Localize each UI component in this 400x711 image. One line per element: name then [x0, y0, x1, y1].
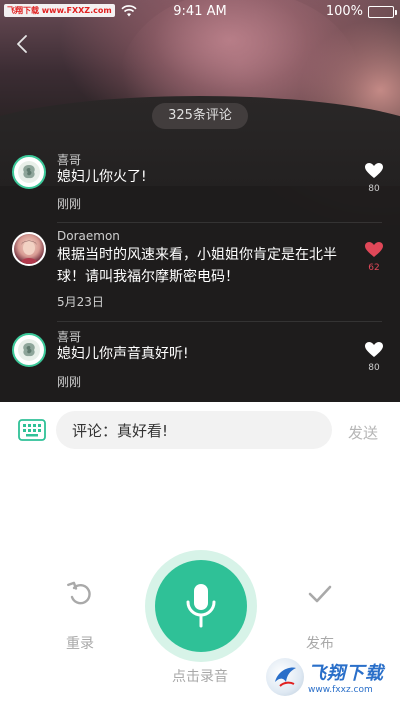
comment-divider: [57, 222, 382, 223]
comment-time: 刚刚: [57, 197, 82, 211]
comment-input-bar: 发送: [0, 402, 400, 458]
record-label: 点击录音: [172, 669, 228, 685]
site-watermark: 飞翔下载 www.fxxz.com: [266, 658, 384, 696]
like-count: 62: [368, 263, 380, 273]
like-button[interactable]: 80: [362, 162, 386, 194]
comment-text: 媳妇儿你火了!: [57, 169, 147, 185]
comment-count-badge: 325条评论: [152, 103, 248, 129]
girl-avatar[interactable]: [12, 232, 46, 266]
comment-input[interactable]: [56, 411, 332, 449]
watermark-url: www.fxxz.com: [308, 685, 373, 695]
record-button[interactable]: [145, 550, 257, 662]
comment-time: 5月23日: [57, 295, 104, 309]
comment-text: 媳妇儿你声音真好听!: [57, 346, 189, 362]
rose-avatar[interactable]: [12, 333, 46, 367]
watermark-logo-icon: [266, 658, 304, 696]
publish-label: 发布: [306, 636, 334, 652]
like-count: 80: [368, 184, 380, 194]
heart-icon: [365, 163, 383, 178]
heart-filled-icon: [365, 242, 383, 257]
rerecord-button[interactable]: 重录: [50, 579, 110, 653]
comment-time: 刚刚: [57, 375, 82, 389]
checkmark-icon: [308, 585, 332, 603]
like-button[interactable]: 80: [362, 341, 386, 373]
keyboard-toggle-button[interactable]: [18, 419, 46, 441]
rerecord-label: 重录: [66, 636, 94, 652]
watermark-name: 飞翔下载: [308, 663, 384, 684]
publish-button[interactable]: 发布: [290, 579, 350, 653]
microphone-icon: [186, 584, 216, 628]
chevron-left-icon: [17, 35, 27, 53]
comments-panel: 飞翔下载 www.FXXZ.com 9:41 AM 100% 325条评论 喜哥…: [0, 0, 400, 402]
battery-icon: [368, 5, 397, 18]
comment-divider: [57, 321, 382, 322]
keyboard-icon: [18, 419, 46, 441]
status-bar: 飞翔下载 www.FXXZ.com 9:41 AM 100%: [0, 0, 400, 22]
portrait-icon: [20, 240, 38, 264]
rose-avatar[interactable]: [12, 155, 46, 189]
rose-icon: [18, 161, 40, 183]
heart-icon: [365, 342, 383, 357]
like-count: 80: [368, 363, 380, 373]
send-button[interactable]: 发送: [348, 422, 378, 443]
undo-icon: [67, 581, 91, 605]
comment-text: 根据当时的风速来看，小姐姐你肯定是在北半球！请叫我福尔摩斯密电码！: [57, 247, 337, 285]
like-button[interactable]: 62: [362, 241, 386, 273]
comment-author: Doraemon: [57, 229, 120, 243]
rose-icon: [18, 339, 40, 361]
back-button[interactable]: [10, 32, 34, 56]
battery-percent: 100%: [325, 4, 363, 19]
